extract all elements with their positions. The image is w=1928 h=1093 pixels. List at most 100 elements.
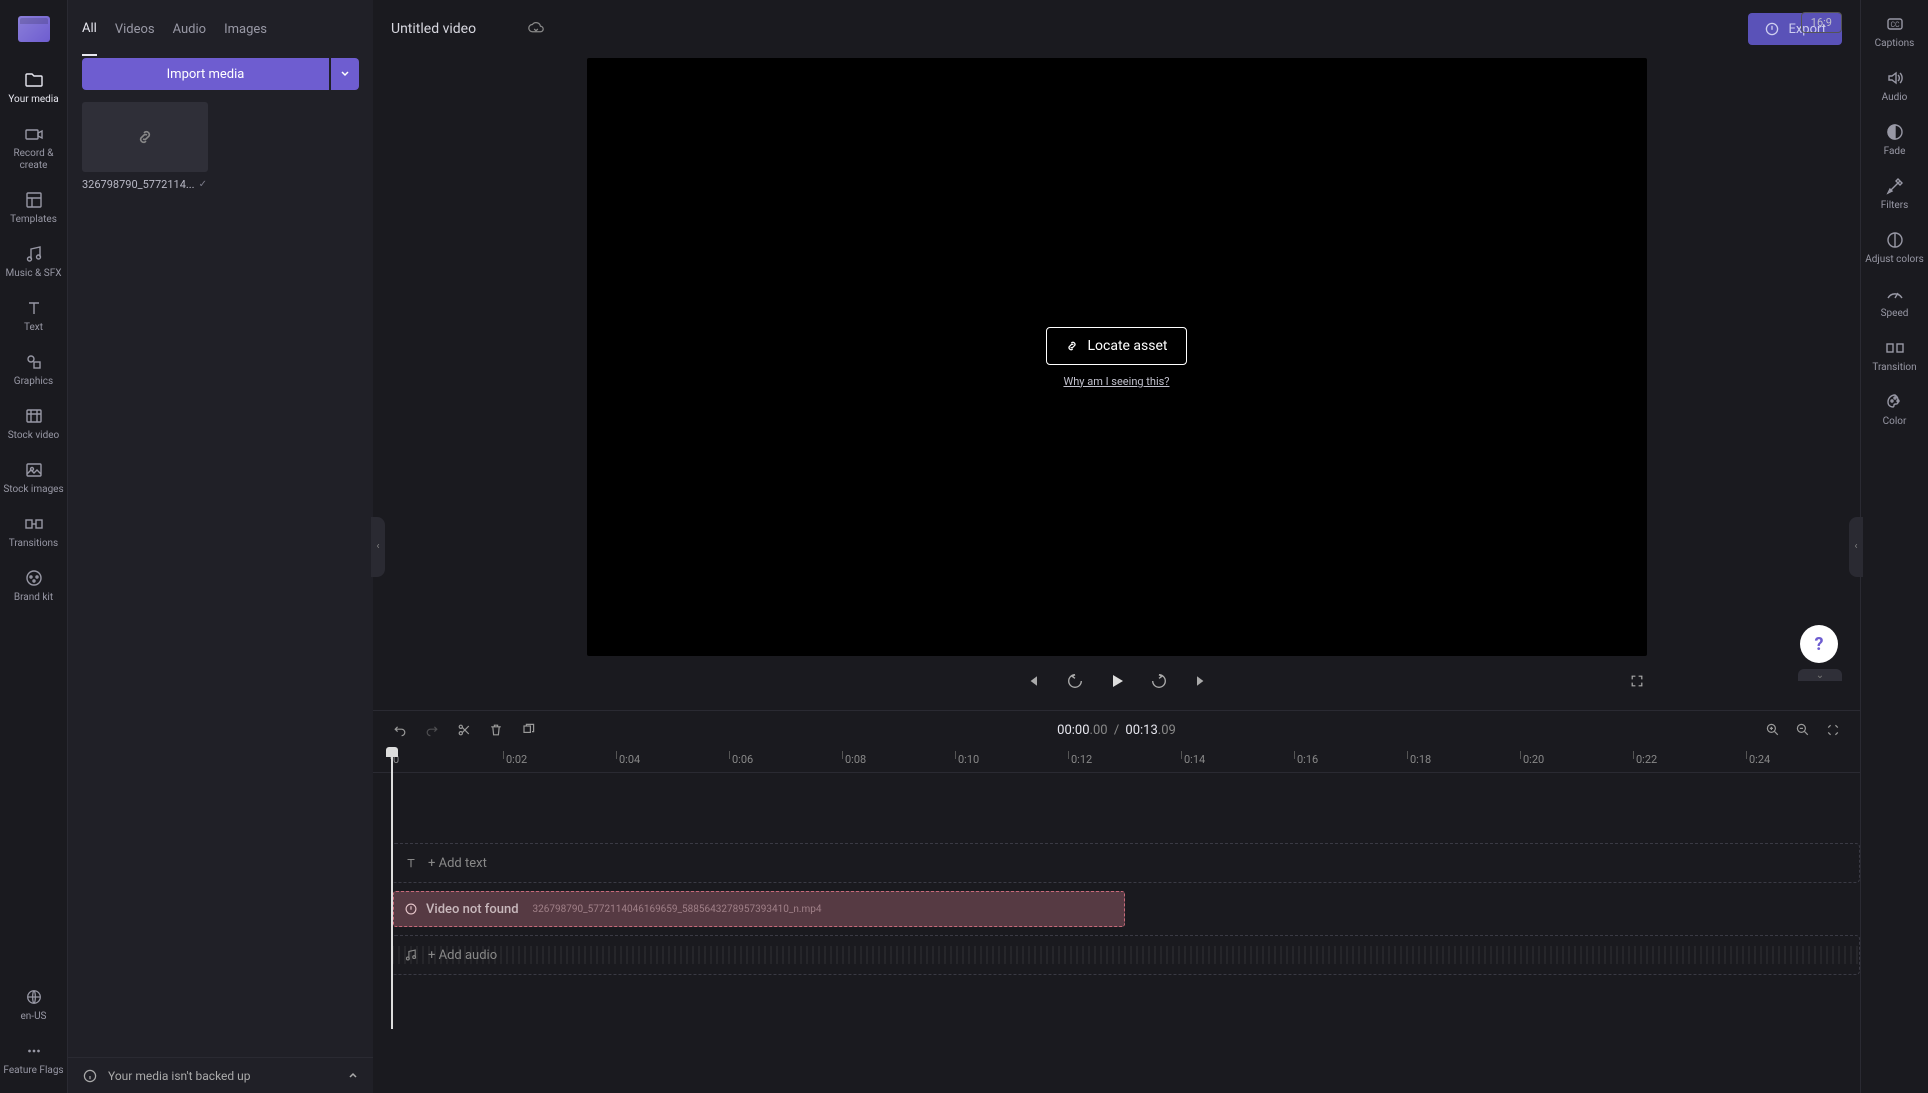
- rail-adjust-colors[interactable]: Adjust colors: [1861, 220, 1928, 274]
- template-icon: [24, 190, 44, 210]
- rail-label: Brand kit: [14, 592, 53, 604]
- app-logo[interactable]: [0, 0, 67, 58]
- aspect-ratio-button[interactable]: 16:9: [1801, 12, 1842, 33]
- collapse-panel-button[interactable]: ‹: [371, 517, 385, 577]
- ruler-tick: 0:08: [845, 753, 866, 766]
- rail-fade[interactable]: Fade: [1861, 112, 1928, 166]
- backup-message: Your media isn't backed up: [108, 1069, 251, 1083]
- tab-images[interactable]: Images: [224, 4, 267, 55]
- rail-label: Captions: [1875, 38, 1915, 50]
- camera-icon: [24, 124, 44, 144]
- rail-transition[interactable]: Transition: [1861, 328, 1928, 382]
- play-button[interactable]: [1107, 671, 1127, 691]
- rail-label: Graphics: [14, 376, 53, 388]
- project-title-input[interactable]: [391, 21, 511, 37]
- transition-icon: [24, 514, 44, 534]
- info-icon: [82, 1068, 98, 1084]
- rail-filters[interactable]: Filters: [1861, 166, 1928, 220]
- rail-label: Audio: [1882, 92, 1908, 104]
- rail-captions[interactable]: CC Captions: [1861, 4, 1928, 58]
- help-button[interactable]: ?: [1800, 625, 1838, 663]
- stockvideo-icon: [24, 406, 44, 426]
- expand-backup-icon[interactable]: [347, 1070, 359, 1082]
- tab-audio[interactable]: Audio: [173, 4, 206, 55]
- tab-videos[interactable]: Videos: [115, 4, 155, 55]
- zoom-in-button[interactable]: [1764, 721, 1782, 739]
- split-button[interactable]: [455, 721, 473, 739]
- text-track[interactable]: + Add text: [391, 843, 1860, 883]
- rail-label: Fade: [1884, 146, 1906, 158]
- import-media-button[interactable]: Import media: [82, 58, 329, 90]
- timeline-ruler[interactable]: 0 0:02 0:04 0:06 0:08 0:10 0:12 0:14 0:1…: [373, 749, 1860, 773]
- rail-label: Stock images: [3, 484, 63, 496]
- skip-start-button[interactable]: [1023, 671, 1043, 691]
- playhead[interactable]: [391, 749, 393, 1029]
- stockimage-icon: [24, 460, 44, 480]
- chevron-down-icon: [340, 69, 350, 79]
- folder-icon: [24, 70, 44, 90]
- ruler-tick: 0:10: [958, 753, 979, 766]
- media-item[interactable]: 326798790_5772114... ✓: [82, 102, 208, 191]
- ruler-tick: 0:12: [1071, 753, 1092, 766]
- cc-icon: CC: [1885, 14, 1905, 34]
- skip-end-button[interactable]: [1191, 671, 1211, 691]
- delete-button[interactable]: [487, 721, 505, 739]
- video-preview: Locate asset Why am I seeing this?: [587, 58, 1647, 656]
- rail-text[interactable]: Text: [0, 288, 67, 342]
- zoom-fit-button[interactable]: [1824, 721, 1842, 739]
- rail-stock-images[interactable]: Stock images: [0, 450, 67, 504]
- ruler-tick: 0:06: [732, 753, 753, 766]
- text-icon: [404, 856, 418, 870]
- rail-label: Adjust colors: [1865, 254, 1924, 266]
- rail-templates[interactable]: Templates: [0, 180, 67, 234]
- rail-label: Text: [24, 322, 43, 334]
- rail-audio[interactable]: Audio: [1861, 58, 1928, 112]
- duplicate-button[interactable]: [519, 721, 537, 739]
- tab-all[interactable]: All: [82, 3, 97, 56]
- cloud-sync-icon[interactable]: [527, 20, 545, 38]
- undo-button[interactable]: [391, 721, 409, 739]
- ruler-tick: 0:18: [1410, 753, 1431, 766]
- rail-transitions[interactable]: Transitions: [0, 504, 67, 558]
- rail-locale[interactable]: en-US: [0, 977, 67, 1031]
- rail-label: en-US: [20, 1011, 46, 1023]
- rail-graphics[interactable]: Graphics: [0, 342, 67, 396]
- audio-track[interactable]: + Add audio: [391, 935, 1860, 975]
- import-media-dropdown[interactable]: [331, 58, 359, 90]
- rail-color[interactable]: Color: [1861, 382, 1928, 436]
- export-icon: [1764, 21, 1780, 37]
- locate-asset-button[interactable]: Locate asset: [1046, 327, 1186, 365]
- clip-filename: 326798790_5772114046169659_5885643278957…: [533, 904, 822, 915]
- text-icon: [24, 298, 44, 318]
- ruler-tick: 0:22: [1636, 753, 1657, 766]
- rail-label: Color: [1883, 416, 1907, 428]
- redo-button[interactable]: [423, 721, 441, 739]
- rail-label: Stock video: [8, 430, 60, 442]
- rail-label: Transitions: [9, 538, 58, 550]
- rail-brand-kit[interactable]: Brand kit: [0, 558, 67, 612]
- rail-music-sfx[interactable]: Music & SFX: [0, 234, 67, 288]
- fullscreen-button[interactable]: [1627, 671, 1647, 691]
- rail-stock-video[interactable]: Stock video: [0, 396, 67, 450]
- rail-speed[interactable]: Speed: [1861, 274, 1928, 328]
- ruler-tick: 0:16: [1297, 753, 1318, 766]
- graphics-icon: [24, 352, 44, 372]
- filters-icon: [1885, 176, 1905, 196]
- zoom-out-button[interactable]: [1794, 721, 1812, 739]
- text-track-label: + Add text: [428, 856, 487, 871]
- rail-label: Feature Flags: [3, 1065, 63, 1077]
- rail-label: Record & create: [2, 148, 65, 172]
- adjust-icon: [1885, 230, 1905, 250]
- rail-record-create[interactable]: Record & create: [0, 114, 67, 180]
- why-seeing-link[interactable]: Why am I seeing this?: [1063, 375, 1169, 388]
- check-icon: ✓: [199, 179, 207, 190]
- help-tab-icon[interactable]: ⌄: [1798, 669, 1842, 681]
- rail-feature-flags[interactable]: Feature Flags: [0, 1031, 67, 1085]
- forward-button[interactable]: [1149, 671, 1169, 691]
- rail-your-media[interactable]: Your media: [0, 60, 67, 114]
- video-clip-missing[interactable]: Video not found 326798790_57721140461696…: [393, 891, 1125, 927]
- rail-label: Speed: [1881, 308, 1909, 320]
- video-track[interactable]: Video not found 326798790_57721140461696…: [391, 889, 1860, 929]
- expand-right-panel-button[interactable]: ‹: [1849, 517, 1863, 577]
- rewind-button[interactable]: [1065, 671, 1085, 691]
